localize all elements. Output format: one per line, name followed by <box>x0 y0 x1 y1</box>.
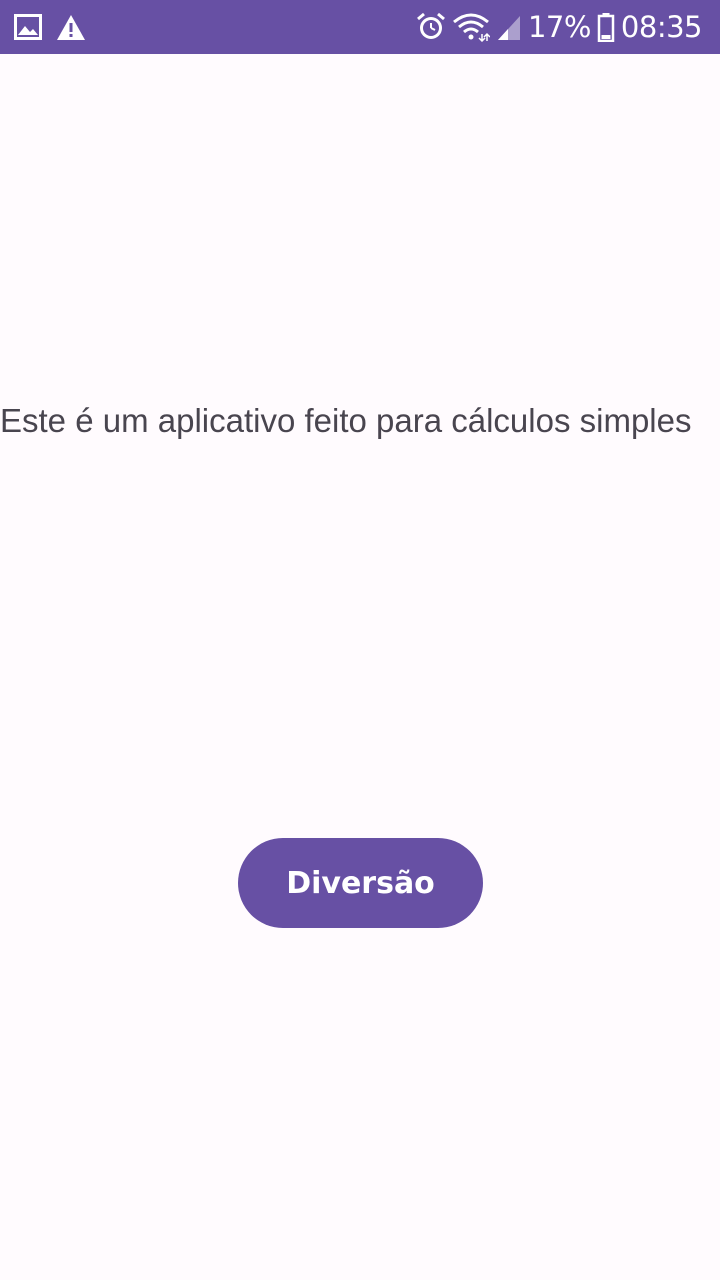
fun-button[interactable]: Diversão <box>238 838 483 928</box>
signal-icon <box>496 13 522 41</box>
warning-icon <box>56 14 86 41</box>
app-description: Este é um aplicativo feito para cálculos… <box>0 402 692 439</box>
battery-percent: 17% <box>527 10 591 44</box>
status-bar: 17% 08:35 <box>0 0 720 54</box>
image-icon <box>14 14 42 40</box>
alarm-icon <box>416 12 446 42</box>
status-left-icons <box>14 12 86 42</box>
wifi-icon <box>452 12 490 42</box>
clock-time: 08:35 <box>620 10 703 44</box>
battery-icon <box>597 12 615 42</box>
status-right-icons: 17% 08:35 <box>416 0 703 54</box>
